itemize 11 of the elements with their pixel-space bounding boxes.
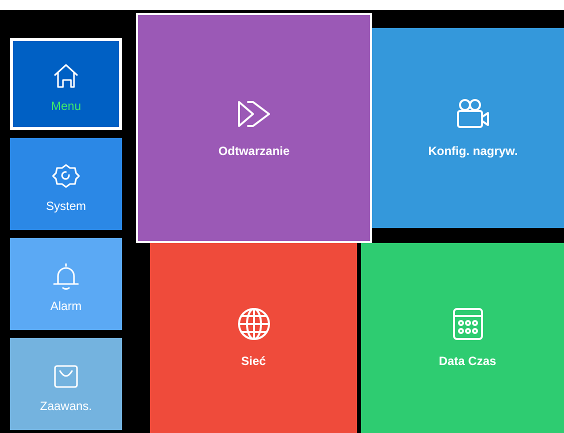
gear-icon [51,161,81,191]
category-tile[interactable]: Konfig. nagryw. [372,28,564,228]
category-tile[interactable]: Odtwarzanie [136,13,372,243]
sidebar-tile[interactable]: Zaawans. [10,338,122,430]
sidebar-tile[interactable]: Menu [10,38,122,130]
bell-icon [51,261,81,291]
category-tile[interactable]: Data Czas [361,243,564,433]
sidebar-tile[interactable]: Alarm [10,238,122,330]
category-tile[interactable]: Sieć [150,243,357,433]
globe-icon [236,306,272,342]
sidebar-tile[interactable]: System [10,138,122,230]
